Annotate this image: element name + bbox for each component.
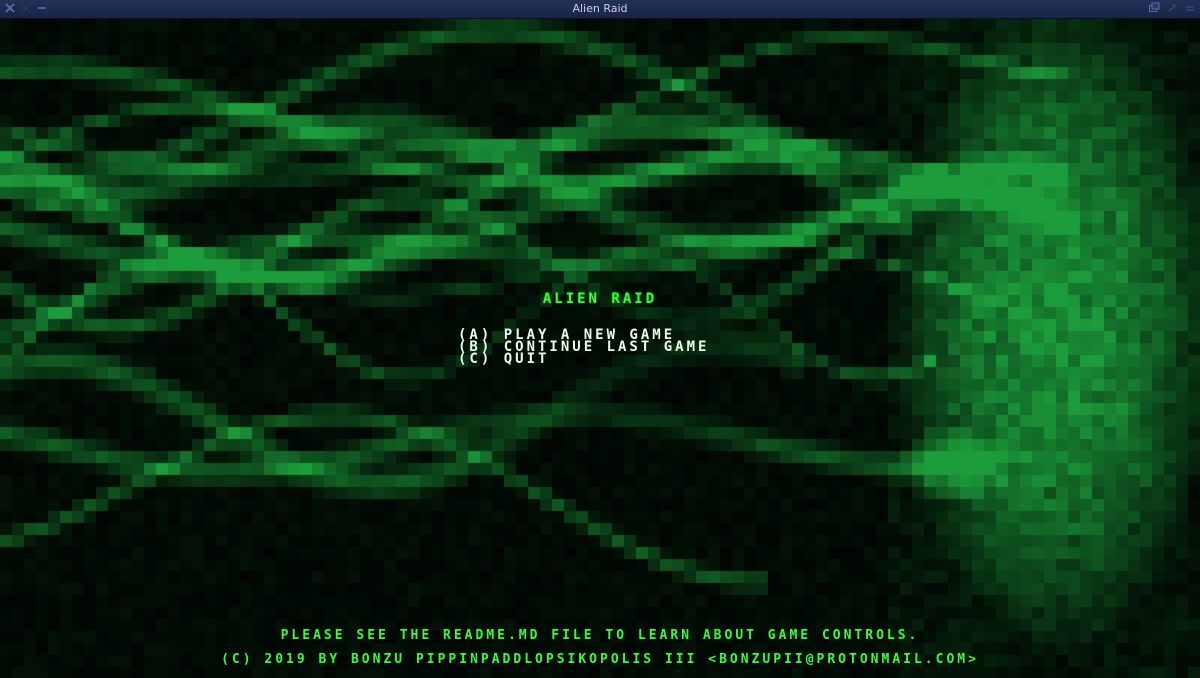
copyright-notice: (C) 2019 BY BONZU PIPPINPADDLOPSIKOPOLIS… [221,652,979,667]
restore-icon[interactable] [1148,2,1160,14]
window-titlebar[interactable]: Alien Raid [0,0,1200,19]
game-title: ALIEN RAID [542,291,658,307]
window-title: Alien Raid [572,2,628,15]
main-menu: (A) PLAY A NEW GAME (B) CONTINUE LAST GA… [458,328,709,366]
menu-icon[interactable] [1184,2,1196,14]
game-screen[interactable]: ALIEN RAID (A) PLAY A NEW GAME (B) CONTI… [0,19,1200,678]
readme-notice: PLEASE SEE THE README.MD FILE TO LEARN A… [280,628,920,643]
game-window: Alien Raid ALIEN RAID (A) PLAY A NEW GAM… [0,0,1200,678]
pin-icon[interactable] [1166,2,1178,14]
